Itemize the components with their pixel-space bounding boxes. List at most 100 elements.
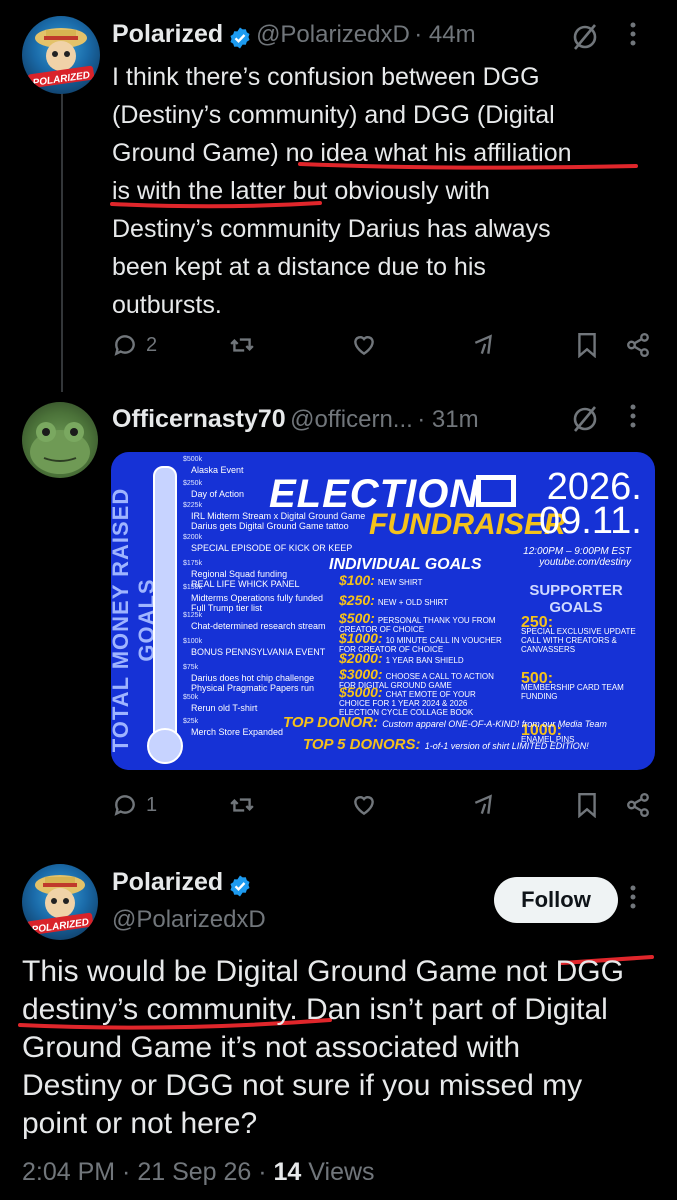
display-name[interactable]: Officernasty70 [112, 405, 286, 433]
share-icon [627, 792, 649, 818]
reply-count: 2 [146, 333, 158, 356]
goal-text: Chat-determined research stream [191, 621, 326, 631]
tweet-header: Polarized [112, 868, 252, 898]
like-icon [354, 796, 374, 816]
poster-date-line2: 09.11. [539, 500, 642, 542]
goal-amount: $175k [183, 560, 203, 567]
poster-subtitle: FUNDRAISER [369, 508, 566, 541]
goal-amount: $100k [183, 638, 203, 645]
goal-text: Darius does hot chip challenge Physical … [191, 673, 315, 693]
goal-amount: $200k [183, 534, 203, 541]
tier-text: NEW SHIRT [377, 578, 423, 587]
poster-time: 12:00PM – 9:00PM EST youtube.com/destiny [511, 546, 631, 568]
tweet-text: This would be Digital Ground Game not DG… [22, 955, 624, 1140]
goal-text: Rerun old T-shirt [191, 703, 258, 713]
tier-amount: $250: [339, 592, 375, 608]
tier-item: $5000: CHAT EMOTE OF YOUR CHOICE FOR 1 YE… [339, 685, 509, 717]
more-icon[interactable] [630, 404, 636, 435]
goal-text: Merch Store Expanded [191, 727, 284, 737]
grok-icon [474, 794, 492, 815]
tier-item: $250: NEW + OLD SHIRT [339, 593, 509, 607]
top-five-label: TOP 5 DONORS: [303, 736, 421, 753]
top-donor: TOP DONOR: Custom apparel ONE-OF-A-KIND!… [283, 714, 607, 731]
goal-amount: $25k [183, 718, 199, 725]
goal-amount: $225k [183, 502, 203, 509]
share-button[interactable] [624, 332, 652, 358]
goal-text: SPECIAL EPISODE OF KICK OR KEEP [191, 543, 353, 553]
more-icon[interactable] [630, 885, 636, 916]
retweet-button[interactable] [228, 792, 256, 818]
reply-button[interactable]: 1 [112, 792, 157, 818]
grok-button[interactable] [470, 792, 498, 818]
frog-avatar-icon [30, 422, 90, 474]
goal-text: Midterms Operations fully funded Full Tr… [191, 593, 324, 613]
digital-ground-game-logo-icon [476, 475, 516, 507]
fundraiser-image[interactable]: TOTAL MONEY RAISED GOALS $500k Alaska Eve… [111, 452, 655, 770]
top-donor-text: Custom apparel ONE-OF-A-KIND! from our M… [382, 719, 607, 729]
supporter-goals-heading: SUPPORTER GOALS [529, 582, 623, 616]
goal-text: Day of Action [191, 489, 245, 499]
goal-amount: $150k [183, 584, 203, 591]
avatar[interactable]: POLARIZED [22, 864, 98, 940]
like-icon [354, 336, 374, 356]
reply-icon [114, 795, 135, 816]
tier-text: NEW + OLD SHIRT [377, 598, 449, 607]
poster-date: 2026. 09.11. [539, 466, 642, 542]
tweet-header: Officernasty70 @officern... · 31m [112, 405, 479, 434]
share-icon [627, 332, 649, 358]
bookmark-icon [578, 792, 596, 818]
grok-logo-icon[interactable] [570, 404, 600, 434]
timestamp[interactable]: · 31m [417, 406, 478, 433]
polarized-avatar-icon: POLARIZED [26, 875, 94, 936]
goal-text: Regional Squad funding REAL LIFE WHICK P… [191, 569, 300, 589]
grok-button[interactable] [470, 332, 498, 358]
supporter-text: MEMBERSHIP CARD TEAM FUNDING [521, 683, 624, 701]
supporter-amount: 500: [521, 670, 554, 687]
user-handle[interactable]: @PolarizedxD [112, 906, 266, 934]
bookmark-button[interactable] [576, 332, 598, 358]
tier-amount: $1000: [339, 630, 383, 646]
goal-amount: $75k [183, 664, 199, 671]
retweet-icon [230, 338, 254, 352]
follow-button[interactable]: Follow [494, 877, 618, 923]
tier-amount: $5000: [339, 684, 383, 700]
goal-amount: $500k [183, 456, 203, 463]
like-button[interactable] [350, 332, 378, 358]
display-name[interactable]: Polarized [112, 868, 223, 896]
top-donor-label: TOP DONOR: [283, 714, 379, 731]
supporter-item: 250: SPECIAL EXCLUSIVE UPDATE CALL WITH C… [521, 614, 641, 655]
share-button[interactable] [624, 792, 652, 818]
grok-icon [474, 334, 492, 355]
goal-text: Alaska Event [191, 465, 244, 475]
tier-amount: $2000: [339, 650, 383, 666]
avatar[interactable] [22, 402, 98, 478]
top-five-text: 1-of-1 version of shirt LIMITED EDITION! [424, 741, 589, 751]
retweet-button[interactable] [228, 332, 256, 358]
bookmark-button[interactable] [576, 792, 598, 818]
thermometer-graphic [153, 466, 177, 742]
supporter-item: 500: MEMBERSHIP CARD TEAM FUNDING [521, 670, 641, 702]
tweet-meta: 2:04 PM · 21 Sep 26 · 14 Views [22, 1158, 375, 1187]
tier-amount: $500: [339, 610, 375, 626]
goal-amount: $125k [183, 612, 203, 619]
supporter-text: SPECIAL EXCLUSIVE UPDATE CALL WITH CREAT… [521, 627, 636, 654]
user-handle[interactable]: @officern... [290, 406, 413, 433]
tier-amount: $3000: [339, 666, 383, 682]
reply-icon [114, 335, 135, 356]
goal-text: BONUS PENNSYLVANIA EVENT [191, 647, 326, 657]
supporter-amount: 250: [521, 614, 554, 631]
goal-amount: $250k [183, 480, 203, 487]
poster-date-line1: 2026. [546, 466, 642, 508]
poster-url: youtube.com/destiny [539, 557, 631, 568]
tier-amount: $100: [339, 572, 375, 588]
reply-count: 1 [146, 793, 158, 816]
like-button[interactable] [350, 792, 378, 818]
poster-time-text: 12:00PM – 9:00PM EST [523, 546, 631, 557]
thermometer-bulb [147, 728, 183, 764]
top-five-donors: TOP 5 DONORS: 1-of-1 version of shirt LI… [303, 736, 589, 753]
view-count: 14 [273, 1158, 302, 1186]
tweet-datetime[interactable]: 2:04 PM · 21 Sep 26 · [22, 1158, 274, 1186]
verified-badge-icon [230, 875, 250, 897]
tier-item: $100: NEW SHIRT [339, 573, 509, 587]
reply-button[interactable]: 2 [112, 332, 157, 358]
